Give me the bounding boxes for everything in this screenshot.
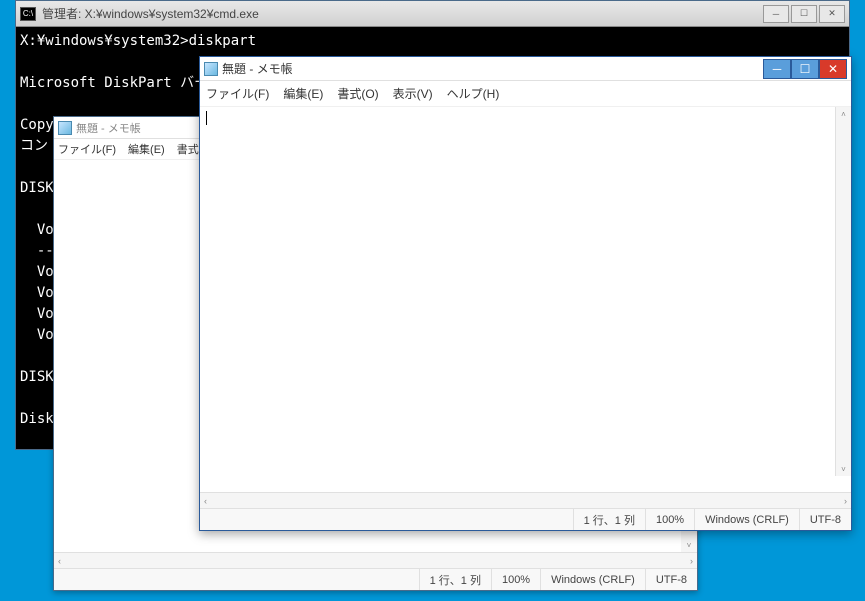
menu-edit[interactable]: 編集(E) xyxy=(128,141,165,157)
scroll-left-icon[interactable]: ‹ xyxy=(58,556,61,566)
menu-file[interactable]: ファイル(F) xyxy=(206,85,269,102)
text-wrap xyxy=(200,107,851,492)
menu-format[interactable]: 書式(O) xyxy=(337,85,378,102)
status-eol: Windows (CRLF) xyxy=(694,509,799,530)
notepad-front-menubar: ファイル(F) 編集(E) 書式(O) 表示(V) ヘルプ(H) xyxy=(200,81,851,107)
status-position: 1 行、1 列 xyxy=(573,509,645,530)
status-spacer xyxy=(54,569,419,590)
scroll-down-icon[interactable]: ˅ xyxy=(681,538,697,552)
status-eol: Windows (CRLF) xyxy=(540,569,645,590)
cmd-icon: C:\ xyxy=(20,7,36,21)
status-spacer xyxy=(200,509,573,530)
cmd-titlebar[interactable]: C:\ 管理者: X:¥windows¥system32¥cmd.exe ─ ☐… xyxy=(16,1,849,27)
close-button[interactable]: ✕ xyxy=(819,59,847,79)
status-encoding: UTF-8 xyxy=(645,569,697,590)
minimize-button[interactable]: ─ xyxy=(763,59,791,79)
minimize-button[interactable]: ─ xyxy=(763,5,789,23)
status-encoding: UTF-8 xyxy=(799,509,851,530)
maximize-button[interactable]: ☐ xyxy=(791,5,817,23)
scrollbar-horizontal[interactable]: ‹ › xyxy=(54,552,697,568)
notepad-front-titlebar[interactable]: 無題 - メモ帳 ─ ☐ ✕ xyxy=(200,57,851,81)
notepad-icon xyxy=(58,121,72,135)
cmd-title: 管理者: X:¥windows¥system32¥cmd.exe xyxy=(42,5,763,22)
status-position: 1 行、1 列 xyxy=(419,569,491,590)
scrollbar-horizontal[interactable]: ‹ › xyxy=(200,492,851,508)
notepad-window-front: 無題 - メモ帳 ─ ☐ ✕ ファイル(F) 編集(E) 書式(O) 表示(V)… xyxy=(199,56,852,531)
notepad-back-statusbar: 1 行、1 列 100% Windows (CRLF) UTF-8 xyxy=(54,568,697,590)
notepad-body: ˄ ˅ xyxy=(200,107,851,492)
status-zoom: 100% xyxy=(645,509,694,530)
notepad-front-title: 無題 - メモ帳 xyxy=(222,60,763,77)
close-button[interactable]: ✕ xyxy=(819,5,845,23)
menu-file[interactable]: ファイル(F) xyxy=(58,141,116,157)
menu-help[interactable]: ヘルプ(H) xyxy=(447,85,500,102)
menu-view[interactable]: 表示(V) xyxy=(393,85,433,102)
menu-edit[interactable]: 編集(E) xyxy=(283,85,323,102)
scroll-left-icon[interactable]: ‹ xyxy=(204,496,207,506)
scroll-up-icon[interactable]: ˄ xyxy=(836,107,851,121)
notepad-icon xyxy=(204,62,218,76)
text-area[interactable] xyxy=(200,107,851,133)
maximize-button[interactable]: ☐ xyxy=(791,59,819,79)
text-cursor xyxy=(206,111,207,125)
scroll-right-icon[interactable]: › xyxy=(690,556,693,566)
scroll-right-icon[interactable]: › xyxy=(844,496,847,506)
cmd-window-controls: ─ ☐ ✕ xyxy=(763,5,845,23)
notepad-front-controls: ─ ☐ ✕ xyxy=(763,59,847,79)
status-zoom: 100% xyxy=(491,569,540,590)
scrollbar-vertical[interactable]: ˄ ˅ xyxy=(835,107,851,476)
notepad-front-statusbar: 1 行、1 列 100% Windows (CRLF) UTF-8 xyxy=(200,508,851,530)
scroll-down-icon[interactable]: ˅ xyxy=(836,462,851,476)
